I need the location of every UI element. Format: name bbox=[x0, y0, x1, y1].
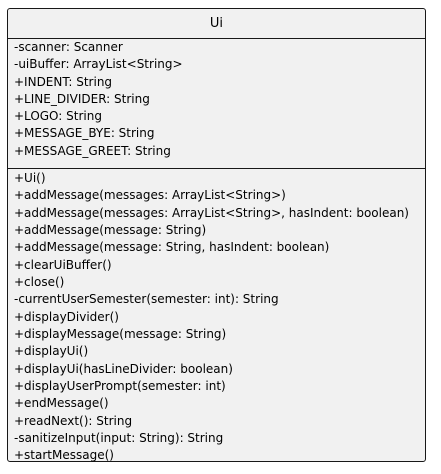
field-item: -uiBuffer: ArrayList<String> bbox=[14, 57, 183, 72]
field-list: -scanner: Scanner -uiBuffer: ArrayList<S… bbox=[14, 39, 183, 160]
field-item: +LOGO: String bbox=[14, 109, 102, 124]
method-item: +addMessage(message: String) bbox=[14, 222, 207, 237]
method-item: +displayMessage(message: String) bbox=[14, 326, 227, 341]
method-item: +displayUi(hasLineDivider: boolean) bbox=[14, 361, 233, 376]
method-item: +clearUiBuffer() bbox=[14, 257, 112, 272]
field-item: -scanner: Scanner bbox=[14, 40, 123, 54]
field-item: +MESSAGE_BYE: String bbox=[14, 126, 155, 141]
method-item: +startMessage() bbox=[14, 448, 114, 463]
method-item: +addMessage(messages: ArrayList<String>,… bbox=[14, 205, 409, 220]
method-item: -currentUserSemester(semester: int): Str… bbox=[14, 292, 279, 307]
method-item: +addMessage(message: String, hasIndent: … bbox=[14, 240, 330, 255]
method-item: +displayUserPrompt(semester: int) bbox=[14, 378, 226, 393]
method-item: +Ui() bbox=[14, 171, 46, 185]
method-item: -sanitizeInput(input: String): String bbox=[14, 430, 224, 445]
method-item: +endMessage() bbox=[14, 396, 109, 411]
method-item: +displayDivider() bbox=[14, 309, 119, 324]
fields-methods-divider bbox=[8, 168, 425, 169]
method-item: +close() bbox=[14, 274, 65, 289]
method-item: +readNext(): String bbox=[14, 413, 133, 428]
field-item: +INDENT: String bbox=[14, 74, 113, 89]
field-item: +LINE_DIVIDER: String bbox=[14, 91, 150, 106]
method-item: +displayUi() bbox=[14, 344, 89, 359]
class-box-ui: Ui -scanner: Scanner -uiBuffer: ArrayLis… bbox=[7, 8, 426, 462]
method-item: +addMessage(messages: ArrayList<String>) bbox=[14, 188, 286, 203]
field-item: +MESSAGE_GREET: String bbox=[14, 143, 171, 158]
class-name: Ui bbox=[209, 16, 224, 31]
method-list: +Ui() +addMessage(messages: ArrayList<St… bbox=[14, 170, 409, 465]
